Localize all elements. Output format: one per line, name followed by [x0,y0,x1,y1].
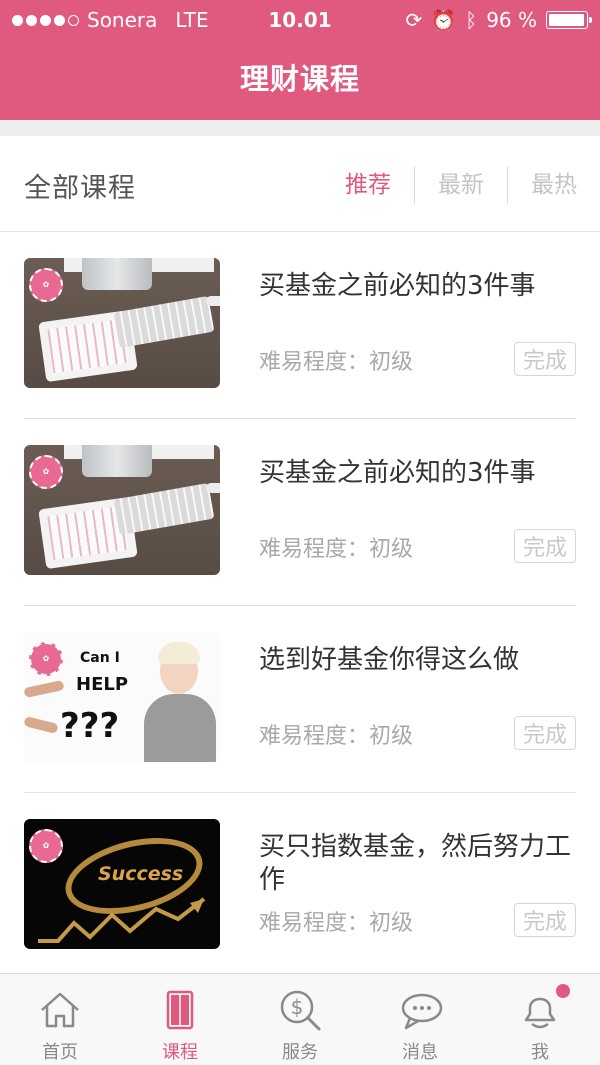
brand-badge-icon: ✿ [29,268,63,302]
brand-badge-icon: ✿ [29,642,63,676]
tab-label: 课程 [162,1042,198,1063]
tab-hottest[interactable]: 最热 [508,167,600,203]
tab-label: 首页 [42,1042,78,1063]
tab-newest[interactable]: 最新 [415,167,507,203]
course-difficulty: 难易程度：初级 [259,350,414,375]
complete-status-button[interactable]: 完成 [514,529,576,563]
thumb-text: Can I [80,650,120,666]
course-item[interactable]: ✿ 买基金之前必知的3件事 难易程度：初级 完成 [24,419,576,606]
tab-label: 消息 [402,1042,438,1063]
course-title: 买只指数基金，然后努力工作 [259,832,572,895]
separator-strip [0,120,600,136]
course-difficulty: 难易程度：初级 [259,724,414,749]
tab-label: 我 [531,1042,549,1063]
course-thumbnail: Can I HELP ??? ✿ [24,632,220,762]
battery-icon [546,11,592,29]
thumb-text: HELP [76,674,129,695]
complete-status-button[interactable]: 完成 [514,342,576,376]
notification-dot [556,984,570,998]
course-difficulty: 难易程度：初级 [259,911,414,936]
status-bar: Sonera LTE 10.01 ⟳ ⏰ ᛒ 96 % [0,0,600,40]
filter-bar: 全部课程 推荐 最新 最热 [0,136,600,232]
brand-badge-icon: ✿ [29,829,63,863]
tab-label: 服务 [282,1042,318,1063]
tab-messages[interactable]: 消息 [360,974,480,1065]
thumb-text: ??? [60,706,120,746]
course-item[interactable]: Success ✿ 买只指数基金，然后努力工作 难易程度：初级 完成 [24,793,576,980]
battery-percent: 96 % [486,8,537,32]
course-difficulty: 难易程度：初级 [259,537,414,562]
tab-me[interactable]: 我 [480,974,600,1065]
tab-services[interactable]: $ 服务 [240,974,360,1065]
course-thumbnail: ✿ [24,445,220,575]
course-title: 买基金之前必知的3件事 [259,458,536,488]
course-list: ✿ 买基金之前必知的3件事 难易程度：初级 完成 ✿ 买基金之前必知的3件事 难… [0,232,600,980]
all-courses-label: 全部课程 [24,173,136,204]
tab-courses[interactable]: 课程 [120,974,240,1065]
svg-text:$: $ [291,995,304,1019]
tab-recommended[interactable]: 推荐 [322,167,414,203]
alarm-icon: ⏰ [431,8,457,32]
dollar-search-icon: $ [280,990,321,1031]
complete-status-button[interactable]: 完成 [514,903,576,937]
book-icon [166,990,194,1030]
page-title: 理财课程 [239,62,360,96]
course-title: 买基金之前必知的3件事 [259,271,536,301]
bottom-tab-bar: 首页 课程 $ 服务 消息 我 [0,973,600,1065]
course-item[interactable]: ✿ 买基金之前必知的3件事 难易程度：初级 完成 [24,232,576,419]
course-thumbnail: Success ✿ [24,819,220,949]
complete-status-button[interactable]: 完成 [514,716,576,750]
tab-home[interactable]: 首页 [0,974,120,1065]
brand-badge-icon: ✿ [29,455,63,489]
course-item[interactable]: Can I HELP ??? ✿ 选到好基金你得这么做 难易程度：初级 完成 [24,606,576,793]
chat-bubbles-icon [401,993,443,1030]
thumb-text: Success [98,863,184,885]
course-thumbnail: ✿ [24,258,220,388]
nav-bar: 理财课程 [0,40,600,120]
home-icon [41,992,79,1028]
bluetooth-icon: ᛒ [465,8,478,32]
rotation-lock-icon: ⟳ [405,8,423,32]
course-title: 选到好基金你得这么做 [259,645,520,675]
